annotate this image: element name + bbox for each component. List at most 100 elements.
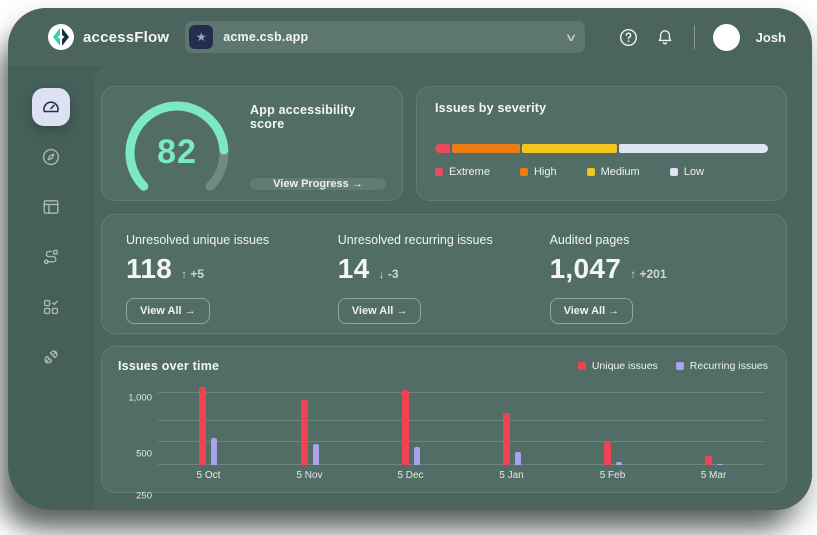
sidebar [8,66,93,510]
gridline: 1,000 [158,392,764,393]
arrow-up-icon: ↑ [181,267,187,281]
stat-delta: ↓ -3 [379,267,399,281]
stat-unresolved-unique-issues: Unresolved unique issues 118 ↑ +5 View A… [126,233,338,315]
bar-recurring-issues [515,452,521,465]
arrow-up-icon: ↑ [630,267,636,281]
sidebar-item-audits[interactable] [32,288,70,326]
bell-icon[interactable] [654,26,676,48]
chart-x-axis: 5 Oct 5 Nov 5 Dec 5 Jan 5 Feb 5 Mar [158,465,764,485]
view-all-button[interactable]: View All → [126,298,210,324]
arrow-down-icon: ↓ [379,267,385,281]
view-progress-button[interactable]: View Progress → [250,178,386,190]
stat-value: 14 [338,253,370,285]
sidebar-item-explore[interactable] [32,138,70,176]
legend-item-medium: Medium [587,166,640,178]
topbar-divider [694,25,695,49]
plug-icon [41,347,61,367]
stat-audited-pages: Audited pages 1,047 ↑ +201 View All → [550,233,762,315]
legend-swatch-icon [676,362,684,370]
sidebar-item-dashboard[interactable] [32,88,70,126]
bar-unique-issues [604,442,611,465]
severity-bar [435,144,768,153]
bar-recurring-issues [211,438,217,465]
brand: accessFlow [48,24,169,50]
bar-unique-issues [503,413,510,465]
sidebar-item-pages[interactable] [32,188,70,226]
x-axis-label: 5 Jan [499,470,523,481]
stat-value: 1,047 [550,253,622,285]
legend-swatch-icon [435,168,443,176]
route-icon [41,247,61,267]
bar-unique-issues [705,456,712,465]
legend-swatch-icon [587,168,595,176]
chart-header: Issues over time Unique issuesRecurring … [118,359,768,373]
severity-segment-low [619,144,768,153]
x-axis-label: 5 Oct [197,470,221,481]
severity-legend: Extreme High Medium Low [435,166,768,178]
layout-icon [41,197,61,217]
user-name: Josh [756,30,786,45]
brand-name: accessFlow [83,29,169,46]
brand-logo-icon [48,24,74,50]
body-row: 82 App accessibility score View Progress… [8,66,812,510]
star-badge-icon: ★ [189,25,213,49]
chart-title: Issues over time [118,359,219,373]
stat-label: Unresolved recurring issues [338,233,550,247]
sidebar-item-flows[interactable] [32,238,70,276]
avatar[interactable] [713,24,740,51]
stat-value: 118 [126,253,172,285]
score-value: 82 [118,133,236,172]
severity-card: Issues by severity ExtremeHighMediumLow [416,86,787,201]
site-picker-value: acme.csb.app [223,30,557,44]
severity-segment-extreme [435,144,450,153]
severity-segment-high [452,144,521,153]
chevron-down-icon: ∨ [565,31,578,44]
x-axis-label: 5 Feb [600,470,626,481]
legend-swatch-icon [670,168,678,176]
legend-item-extreme: Extreme [435,166,490,178]
bar-unique-issues [199,387,206,465]
gridline: 500 [158,420,764,421]
legend-swatch-icon [520,168,528,176]
bar-unique-issues [301,400,308,465]
x-axis-label: 5 Mar [701,470,727,481]
chart-plot: 1,0005002500 [158,387,764,465]
issues-over-time-card: Issues over time Unique issuesRecurring … [101,346,787,493]
x-axis-label: 5 Nov [296,470,322,481]
stats-card: Unresolved unique issues 118 ↑ +5 View A… [101,214,787,334]
legend-item-high: High [520,166,557,178]
view-all-button[interactable]: View All → [338,298,422,324]
x-axis-label: 5 Dec [397,470,423,481]
stat-unresolved-recurring-issues: Unresolved recurring issues 14 ↓ -3 View… [338,233,550,315]
score-card: 82 App accessibility score View Progress… [101,86,403,201]
score-gauge: 82 [118,99,236,195]
bar-recurring-issues [414,447,420,465]
bar-unique-issues [402,390,409,465]
view-all-button[interactable]: View All → [550,298,634,324]
stat-delta: ↑ +5 [181,267,204,281]
severity-segment-medium [522,144,617,153]
gauge-icon [41,97,61,117]
legend-item-low: Low [670,166,704,178]
chart-legend: Unique issuesRecurring issues [578,360,768,372]
compass-icon [41,147,61,167]
content: 82 App accessibility score View Progress… [93,66,812,510]
topbar: accessFlow ★ acme.csb.app ∨ [8,8,812,66]
y-axis-label: 250 [120,491,152,502]
stat-delta: ↑ +201 [630,267,666,281]
score-card-title: App accessibility score [250,103,386,131]
sidebar-item-integrations[interactable] [32,338,70,376]
chart-legend-item: Unique issues [578,360,658,372]
y-axis-label: 1,000 [120,393,152,404]
stat-label: Audited pages [550,233,762,247]
score-card-right: App accessibility score View Progress → [250,99,386,188]
checklist-icon [41,297,61,317]
app-window: accessFlow ★ acme.csb.app ∨ [8,8,812,510]
legend-swatch-icon [578,362,586,370]
y-axis-label: 500 [120,449,152,460]
site-picker[interactable]: ★ acme.csb.app ∨ [185,21,585,53]
gridline: 250 [158,441,764,442]
help-icon[interactable] [618,26,640,48]
stage: accessFlow ★ acme.csb.app ∨ [0,0,817,535]
top-cards-row: 82 App accessibility score View Progress… [101,86,787,201]
